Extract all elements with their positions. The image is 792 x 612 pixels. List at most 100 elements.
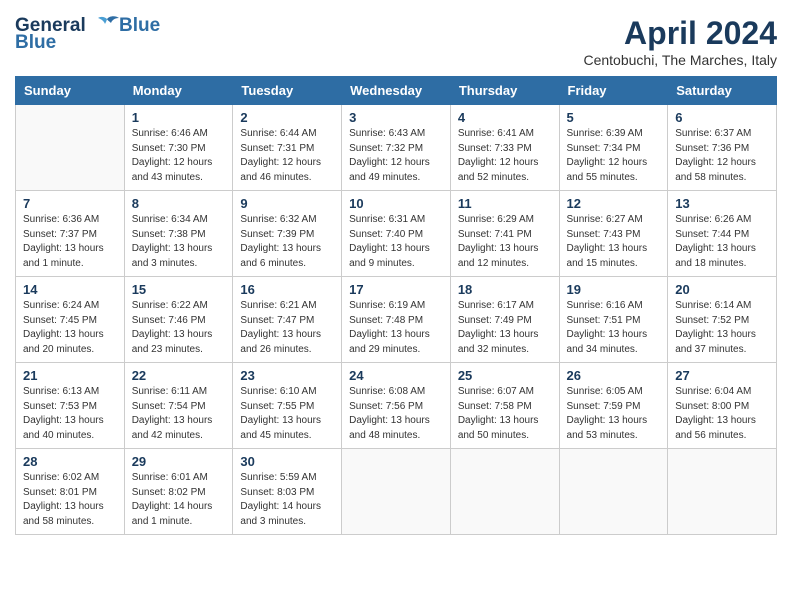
day-number: 2 (240, 110, 334, 125)
day-number: 14 (23, 282, 117, 297)
page-subtitle: Centobuchi, The Marches, Italy (583, 52, 777, 68)
day-number: 1 (132, 110, 226, 125)
day-info: Sunrise: 6:44 AM Sunset: 7:31 PM Dayligh… (240, 127, 334, 185)
calendar-cell: 18 Sunrise: 6:17 AM Sunset: 7:49 PM Dayli… (450, 277, 559, 363)
calendar-cell: 5 Sunrise: 6:39 AM Sunset: 7:34 PM Daylig… (559, 105, 668, 191)
day-number: 9 (240, 196, 334, 211)
calendar-cell (559, 449, 668, 535)
day-number: 10 (349, 196, 443, 211)
day-number: 24 (349, 368, 443, 383)
calendar-cell: 25 Sunrise: 6:07 AM Sunset: 7:58 PM Dayli… (450, 363, 559, 449)
day-info: Sunrise: 6:01 AM Sunset: 8:02 PM Dayligh… (132, 471, 226, 529)
calendar-cell: 19 Sunrise: 6:16 AM Sunset: 7:51 PM Dayli… (559, 277, 668, 363)
day-info: Sunrise: 6:29 AM Sunset: 7:41 PM Dayligh… (458, 213, 552, 271)
day-info: Sunrise: 6:27 AM Sunset: 7:43 PM Dayligh… (567, 213, 661, 271)
calendar-cell: 23 Sunrise: 6:10 AM Sunset: 7:55 PM Dayli… (233, 363, 342, 449)
calendar-cell: 12 Sunrise: 6:27 AM Sunset: 7:43 PM Dayli… (559, 191, 668, 277)
day-info: Sunrise: 6:22 AM Sunset: 7:46 PM Dayligh… (132, 299, 226, 357)
day-number: 16 (240, 282, 334, 297)
day-info: Sunrise: 6:46 AM Sunset: 7:30 PM Dayligh… (132, 127, 226, 185)
col-header-friday: Friday (559, 77, 668, 105)
calendar-cell: 28 Sunrise: 6:02 AM Sunset: 8:01 PM Dayli… (16, 449, 125, 535)
calendar-cell: 17Sunrise: 6:19 AM Sunset: 7:48 PM Dayli… (342, 277, 451, 363)
calendar-cell: 4 Sunrise: 6:41 AM Sunset: 7:33 PM Daylig… (450, 105, 559, 191)
day-info: Sunrise: 6:31 AM Sunset: 7:40 PM Dayligh… (349, 213, 443, 271)
day-number: 21 (23, 368, 117, 383)
day-info: Sunrise: 6:39 AM Sunset: 7:34 PM Dayligh… (567, 127, 661, 185)
day-info: Sunrise: 6:10 AM Sunset: 7:55 PM Dayligh… (240, 385, 334, 443)
calendar-cell: 24 Sunrise: 6:08 AM Sunset: 7:56 PM Dayli… (342, 363, 451, 449)
day-number: 22 (132, 368, 226, 383)
calendar-cell: 3 Sunrise: 6:43 AM Sunset: 7:32 PM Daylig… (342, 105, 451, 191)
calendar-cell (450, 449, 559, 535)
day-info: Sunrise: 6:34 AM Sunset: 7:38 PM Dayligh… (132, 213, 226, 271)
day-info: Sunrise: 6:07 AM Sunset: 7:58 PM Dayligh… (458, 385, 552, 443)
calendar-table: SundayMondayTuesdayWednesdayThursdayFrid… (15, 76, 777, 535)
calendar-cell: 2 Sunrise: 6:44 AM Sunset: 7:31 PM Daylig… (233, 105, 342, 191)
day-number: 19 (567, 282, 661, 297)
logo-blue: Blue (15, 32, 56, 53)
day-info: Sunrise: 6:32 AM Sunset: 7:39 PM Dayligh… (240, 213, 334, 271)
day-number: 17 (349, 282, 443, 297)
calendar-cell: 21 Sunrise: 6:13 AM Sunset: 7:53 PM Dayli… (16, 363, 125, 449)
calendar-cell: 26 Sunrise: 6:05 AM Sunset: 7:59 PM Dayli… (559, 363, 668, 449)
day-info: Sunrise: 6:21 AM Sunset: 7:47 PM Dayligh… (240, 299, 334, 357)
calendar-cell: 11Sunrise: 6:29 AM Sunset: 7:41 PM Dayli… (450, 191, 559, 277)
col-header-thursday: Thursday (450, 77, 559, 105)
calendar-cell (668, 449, 777, 535)
day-info: Sunrise: 6:41 AM Sunset: 7:33 PM Dayligh… (458, 127, 552, 185)
calendar-cell (342, 449, 451, 535)
col-header-monday: Monday (124, 77, 233, 105)
calendar-cell: 27Sunrise: 6:04 AM Sunset: 8:00 PM Dayli… (668, 363, 777, 449)
calendar-week-row: 28 Sunrise: 6:02 AM Sunset: 8:01 PM Dayli… (16, 449, 777, 535)
calendar-cell: 15 Sunrise: 6:22 AM Sunset: 7:46 PM Dayli… (124, 277, 233, 363)
calendar-week-row: 1 Sunrise: 6:46 AM Sunset: 7:30 PM Daylig… (16, 105, 777, 191)
title-area: April 2024 Centobuchi, The Marches, Ital… (583, 15, 777, 68)
day-info: Sunrise: 6:14 AM Sunset: 7:52 PM Dayligh… (675, 299, 769, 357)
col-header-sunday: Sunday (16, 77, 125, 105)
day-info: Sunrise: 6:43 AM Sunset: 7:32 PM Dayligh… (349, 127, 443, 185)
calendar-week-row: 14Sunrise: 6:24 AM Sunset: 7:45 PM Dayli… (16, 277, 777, 363)
day-number: 18 (458, 282, 552, 297)
day-number: 15 (132, 282, 226, 297)
day-info: Sunrise: 5:59 AM Sunset: 8:03 PM Dayligh… (240, 471, 334, 529)
day-number: 13 (675, 196, 769, 211)
day-number: 6 (675, 110, 769, 125)
day-number: 3 (349, 110, 443, 125)
calendar-cell: 29 Sunrise: 6:01 AM Sunset: 8:02 PM Dayli… (124, 449, 233, 535)
day-info: Sunrise: 6:08 AM Sunset: 7:56 PM Dayligh… (349, 385, 443, 443)
calendar-cell: 1 Sunrise: 6:46 AM Sunset: 7:30 PM Daylig… (124, 105, 233, 191)
day-number: 7 (23, 196, 117, 211)
day-info: Sunrise: 6:16 AM Sunset: 7:51 PM Dayligh… (567, 299, 661, 357)
calendar-week-row: 7Sunrise: 6:36 AM Sunset: 7:37 PM Daylig… (16, 191, 777, 277)
calendar-cell: 13Sunrise: 6:26 AM Sunset: 7:44 PM Dayli… (668, 191, 777, 277)
day-number: 29 (132, 454, 226, 469)
day-number: 12 (567, 196, 661, 211)
day-number: 25 (458, 368, 552, 383)
calendar-cell: 6 Sunrise: 6:37 AM Sunset: 7:36 PM Daylig… (668, 105, 777, 191)
day-info: Sunrise: 6:05 AM Sunset: 7:59 PM Dayligh… (567, 385, 661, 443)
calendar-week-row: 21 Sunrise: 6:13 AM Sunset: 7:53 PM Dayli… (16, 363, 777, 449)
day-number: 20 (675, 282, 769, 297)
day-number: 26 (567, 368, 661, 383)
calendar-cell: 10 Sunrise: 6:31 AM Sunset: 7:40 PM Dayli… (342, 191, 451, 277)
calendar-cell: 9 Sunrise: 6:32 AM Sunset: 7:39 PM Daylig… (233, 191, 342, 277)
day-number: 23 (240, 368, 334, 383)
calendar-header-row: SundayMondayTuesdayWednesdayThursdayFrid… (16, 77, 777, 105)
calendar-cell: 7Sunrise: 6:36 AM Sunset: 7:37 PM Daylig… (16, 191, 125, 277)
day-info: Sunrise: 6:02 AM Sunset: 8:01 PM Dayligh… (23, 471, 117, 529)
day-number: 4 (458, 110, 552, 125)
calendar-cell: 20 Sunrise: 6:14 AM Sunset: 7:52 PM Dayli… (668, 277, 777, 363)
logo-bird-icon (93, 15, 121, 37)
day-info: Sunrise: 6:13 AM Sunset: 7:53 PM Dayligh… (23, 385, 117, 443)
page-title: April 2024 (583, 15, 777, 52)
calendar-cell: 8Sunrise: 6:34 AM Sunset: 7:38 PM Daylig… (124, 191, 233, 277)
col-header-tuesday: Tuesday (233, 77, 342, 105)
day-info: Sunrise: 6:37 AM Sunset: 7:36 PM Dayligh… (675, 127, 769, 185)
day-number: 5 (567, 110, 661, 125)
day-info: Sunrise: 6:17 AM Sunset: 7:49 PM Dayligh… (458, 299, 552, 357)
day-info: Sunrise: 6:11 AM Sunset: 7:54 PM Dayligh… (132, 385, 226, 443)
calendar-cell: 22 Sunrise: 6:11 AM Sunset: 7:54 PM Dayli… (124, 363, 233, 449)
day-number: 28 (23, 454, 117, 469)
logo-text-line2: Blue (119, 15, 160, 36)
